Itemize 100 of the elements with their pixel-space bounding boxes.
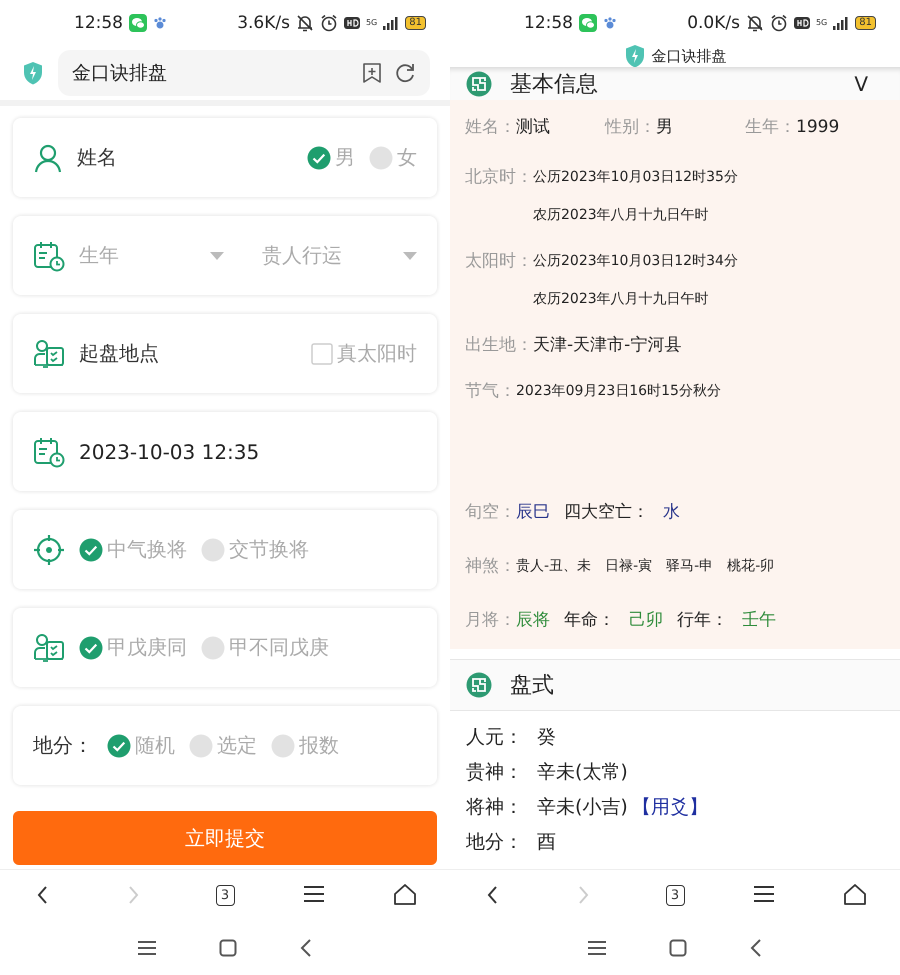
tabs-button[interactable]: 3 bbox=[666, 884, 684, 906]
field-label: 姓名 bbox=[77, 144, 118, 171]
bookmark-add-icon[interactable] bbox=[362, 62, 382, 84]
expand-toggle[interactable]: V bbox=[854, 72, 868, 96]
info-value: 壬午 bbox=[742, 609, 776, 632]
battery-indicator: 81 bbox=[405, 16, 426, 30]
radio-option[interactable]: 甲戊庚同 bbox=[79, 634, 187, 661]
back-icon[interactable] bbox=[299, 938, 313, 958]
info-value: 公历2023年10月03日12时34分 bbox=[533, 252, 738, 271]
info-value: 驿马-申 bbox=[666, 557, 714, 576]
layout-value: 酉 bbox=[537, 830, 556, 855]
radio-option[interactable]: 甲不同戊庚 bbox=[201, 634, 329, 661]
radio-option[interactable]: 女 bbox=[369, 144, 417, 171]
menu-icon[interactable] bbox=[137, 938, 157, 956]
info-label: 节气： bbox=[465, 380, 516, 403]
home-icon[interactable] bbox=[843, 883, 867, 907]
info-label: 出生地： bbox=[465, 334, 533, 357]
info-value: 日禄-寅 bbox=[605, 557, 652, 576]
info-value: 桃花-卯 bbox=[727, 557, 774, 576]
datetime-field[interactable]: 2023-10-03 12:35 bbox=[79, 440, 339, 464]
info-value: 公历2023年10月03日12时35分 bbox=[533, 168, 738, 187]
select-field[interactable]: 贵人行运 bbox=[262, 242, 417, 269]
network-speed: 0.0K/s bbox=[687, 12, 740, 32]
info-value: 农历2023年八月十九日午时 bbox=[533, 290, 710, 309]
section-title: 基本信息 bbox=[510, 70, 598, 98]
info-label: 月将： bbox=[465, 609, 516, 632]
home-square-icon[interactable] bbox=[669, 938, 687, 956]
info-value: 农历2023年八月十九日午时 bbox=[533, 206, 710, 225]
network-type: 5G bbox=[366, 18, 378, 26]
info-label: 生年： bbox=[745, 116, 796, 139]
signal-icon bbox=[383, 16, 400, 30]
info-value: 天津-天津市-宁河县 bbox=[533, 334, 682, 357]
layout-label: 人元： bbox=[466, 725, 523, 750]
chat-app-icon bbox=[579, 14, 597, 32]
layout-value: 辛未(太常) bbox=[537, 760, 628, 785]
info-value: 辰将 bbox=[516, 609, 550, 632]
info-value: 四大空亡： bbox=[564, 501, 649, 524]
network-type: 5G bbox=[816, 18, 828, 26]
info-label: 姓名： bbox=[465, 116, 516, 139]
paw-icon bbox=[153, 16, 167, 30]
refresh-icon[interactable] bbox=[394, 62, 416, 84]
radio-option[interactable]: 男 bbox=[307, 144, 355, 171]
layout-label: 贵神： bbox=[466, 760, 523, 785]
info-label: 旬空： bbox=[465, 501, 516, 524]
checkbox-option[interactable]: 真太阳时 bbox=[311, 340, 417, 367]
clock-text: 12:58 bbox=[524, 12, 573, 32]
home-icon[interactable] bbox=[393, 883, 417, 907]
back-icon[interactable] bbox=[749, 938, 763, 958]
section-title: 盘式 bbox=[510, 672, 554, 700]
battery-indicator: 81 bbox=[855, 16, 876, 30]
paw-icon bbox=[603, 16, 617, 30]
field-label: 地分： bbox=[33, 732, 93, 759]
info-label: 北京时： bbox=[465, 166, 533, 189]
info-value: 贵人-丑、未 bbox=[516, 557, 592, 576]
radio-option[interactable]: 交节换将 bbox=[201, 536, 309, 563]
radio-option[interactable]: 报数 bbox=[271, 732, 339, 759]
section-header[interactable]: 基本信息 V bbox=[450, 67, 900, 100]
person-icon bbox=[33, 142, 63, 172]
layout-label: 将神： bbox=[466, 795, 523, 820]
signal-icon bbox=[833, 16, 850, 30]
page-title: 金口诀排盘 bbox=[72, 60, 168, 86]
info-value: 年命： bbox=[564, 609, 615, 632]
info-value: 水 bbox=[663, 501, 680, 524]
info-value: 测试 bbox=[516, 116, 550, 139]
shield-icon bbox=[624, 44, 646, 68]
tabs-button[interactable]: 3 bbox=[216, 884, 234, 906]
hd-icon bbox=[794, 16, 810, 28]
info-label: 太阳时： bbox=[465, 250, 533, 273]
clock-text: 12:58 bbox=[74, 12, 123, 32]
info-label: 神煞： bbox=[465, 555, 516, 578]
calendar-clock-icon bbox=[33, 240, 65, 272]
caret-icon bbox=[403, 252, 417, 260]
layout-label: 地分： bbox=[466, 830, 523, 855]
info-value: 2023年09月23日16时15分秋分 bbox=[516, 382, 721, 401]
menu-icon[interactable] bbox=[587, 938, 607, 956]
home-square-icon[interactable] bbox=[219, 938, 237, 956]
calendar-clock-icon bbox=[33, 436, 65, 468]
caret-icon bbox=[210, 252, 224, 260]
address-bar[interactable]: 金口诀排盘 bbox=[58, 50, 430, 96]
alarm-icon bbox=[320, 14, 338, 32]
info-value: 男 bbox=[656, 116, 673, 139]
network-speed: 3.6K/s bbox=[237, 12, 290, 32]
radio-option[interactable]: 随机 bbox=[107, 732, 175, 759]
info-value: 行年： bbox=[677, 609, 728, 632]
layout-value: 【用爻】 bbox=[632, 795, 708, 820]
bell-off-icon bbox=[296, 14, 314, 32]
alarm-icon bbox=[770, 14, 788, 32]
radio-option[interactable]: 选定 bbox=[189, 732, 257, 759]
target-icon bbox=[33, 534, 65, 566]
section-logo-icon bbox=[466, 70, 492, 96]
hd-icon bbox=[344, 16, 360, 28]
info-value: 1999 bbox=[796, 116, 840, 139]
radio-option[interactable]: 中气换将 bbox=[79, 536, 187, 563]
submit-button[interactable]: 立即提交 bbox=[13, 811, 437, 865]
select-field[interactable]: 生年 bbox=[79, 242, 224, 269]
shield-icon bbox=[22, 60, 44, 84]
section-logo-icon bbox=[466, 672, 492, 698]
info-value: 己卯 bbox=[629, 609, 663, 632]
info-value: 辰巳 bbox=[516, 501, 550, 524]
layout-value: 癸 bbox=[537, 725, 556, 750]
